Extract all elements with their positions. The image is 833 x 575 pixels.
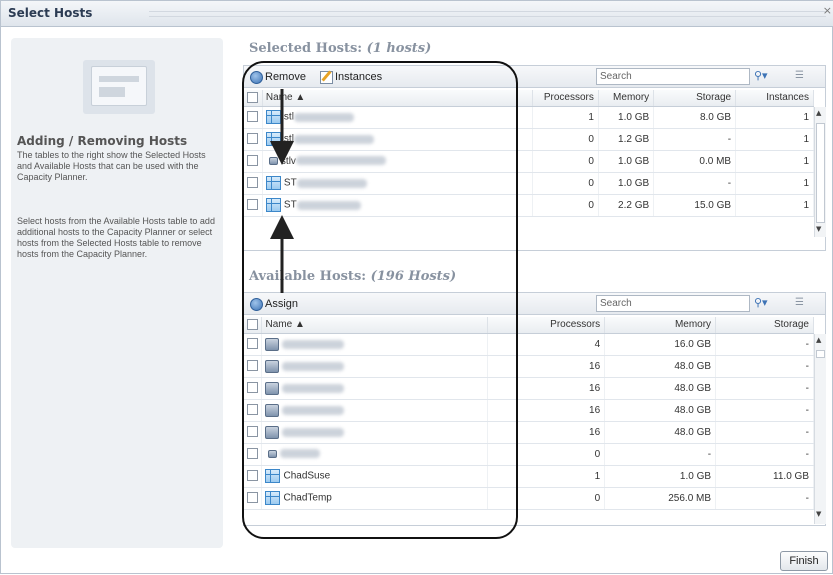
col-instances-header[interactable]: Instances <box>735 90 814 107</box>
host-icon <box>265 491 281 505</box>
host-icon <box>265 176 281 190</box>
vm-icon <box>268 156 278 165</box>
table-row[interactable]: ChadTemp 0 256.0 MB - <box>244 487 814 510</box>
dialog-titlebar[interactable]: Select Hosts × <box>1 1 833 27</box>
instances-button[interactable]: Instances <box>320 69 382 85</box>
row-checkbox[interactable] <box>247 360 259 372</box>
host-icon <box>265 469 281 483</box>
selected-hosts-table: Name ▲ Processors Memory Storage Instanc… <box>244 90 814 217</box>
table-row[interactable]: 16 48.0 GB - <box>244 399 814 422</box>
table-row[interactable]: 16 48.0 GB - <box>244 421 814 444</box>
col-memory-header[interactable]: Memory <box>604 317 717 334</box>
host-icon <box>265 198 281 212</box>
columns-icon[interactable]: ☰ <box>795 297 807 309</box>
table-row[interactable]: 0 - - <box>244 443 814 466</box>
scroll-down-icon[interactable]: ▼ <box>816 225 821 233</box>
selected-hosts-panel: Remove Instances Search ⚲▾ ☰ Name ▲ Proc… <box>243 65 826 251</box>
table-row[interactable]: ST 0 2.2 GB 15.0 GB 1 <box>244 194 814 217</box>
vm-icon <box>265 425 280 439</box>
vm-icon <box>265 403 280 417</box>
assign-icon <box>250 297 263 311</box>
table-row[interactable]: 16 48.0 GB - <box>244 377 814 400</box>
table-row[interactable]: stlv 0 1.0 GB 0.0 MB 1 <box>244 150 814 173</box>
dialog-title: Select Hosts <box>8 6 93 20</box>
table-row[interactable]: stl 1 1.0 GB 8.0 GB 1 <box>244 106 814 129</box>
selected-scrollbar[interactable]: ▲ ▼ <box>814 107 826 237</box>
row-checkbox[interactable] <box>247 177 259 189</box>
available-search-input[interactable]: Search <box>596 295 750 312</box>
row-checkbox[interactable] <box>247 470 259 482</box>
search-dropdown-icon[interactable]: ⚲▾ <box>754 296 768 309</box>
help-paragraph-2: Select hosts from the Available Hosts ta… <box>17 216 215 259</box>
vm-icon <box>265 337 280 351</box>
host-icon <box>265 110 281 124</box>
col-processors-header[interactable]: Processors <box>487 317 606 334</box>
row-checkbox[interactable] <box>247 155 259 167</box>
close-icon[interactable]: × <box>823 4 832 17</box>
search-dropdown-icon[interactable]: ⚲▾ <box>754 69 768 82</box>
row-checkbox[interactable] <box>247 382 259 394</box>
remove-button[interactable]: Remove <box>250 69 306 85</box>
scroll-down-icon[interactable]: ▼ <box>816 510 821 518</box>
selected-toolbar: Remove Instances Search ⚲▾ ☰ <box>244 66 825 88</box>
help-paragraph-1: The tables to the right show the Selecte… <box>17 150 206 182</box>
available-hosts-panel: Assign Search ⚲▾ ☰ Name ▲ Processors Mem… <box>243 292 826 526</box>
col-storage-header[interactable]: Storage <box>653 90 737 107</box>
scroll-up-icon[interactable]: ▲ <box>816 109 821 117</box>
hosts-illustration-icon <box>83 60 155 114</box>
select-all-checkbox[interactable] <box>247 319 259 331</box>
row-checkbox[interactable] <box>247 426 259 438</box>
available-toolbar: Assign Search ⚲▾ ☰ <box>244 293 825 315</box>
col-memory-header[interactable]: Memory <box>598 90 655 107</box>
row-checkbox[interactable] <box>247 404 259 416</box>
selected-search-input[interactable]: Search <box>596 68 750 85</box>
vm-icon <box>268 449 278 458</box>
col-name-header[interactable]: Name ▲ <box>261 317 489 334</box>
available-scrollbar[interactable]: ▲ ▼ <box>814 334 826 524</box>
help-heading: Adding / Removing Hosts <box>17 134 188 148</box>
row-checkbox[interactable] <box>247 133 259 145</box>
vm-icon <box>265 381 280 395</box>
row-checkbox[interactable] <box>247 448 259 460</box>
row-checkbox[interactable] <box>247 111 259 123</box>
table-row[interactable]: 16 48.0 GB - <box>244 355 814 378</box>
row-checkbox[interactable] <box>247 199 259 211</box>
available-hosts-table: Name ▲ Processors Memory Storage 4 16.0 … <box>244 317 814 510</box>
edit-icon <box>320 70 333 84</box>
host-icon <box>265 132 281 146</box>
remove-icon <box>250 70 263 84</box>
scroll-thumb[interactable] <box>816 350 825 358</box>
finish-button[interactable]: Finish <box>780 551 828 571</box>
scroll-up-icon[interactable]: ▲ <box>816 336 821 344</box>
row-checkbox[interactable] <box>247 338 259 350</box>
scroll-thumb[interactable] <box>816 123 825 223</box>
selected-hosts-count: (1 hosts) <box>366 41 432 56</box>
select-all-checkbox[interactable] <box>247 92 259 104</box>
selected-hosts-title: Selected Hosts: (1 hosts) <box>249 41 432 56</box>
table-row[interactable]: stl 0 1.2 GB - 1 <box>244 128 814 151</box>
select-hosts-dialog: Select Hosts × Adding / Removing Hosts T… <box>0 0 833 574</box>
help-panel: Adding / Removing Hosts The tables to th… <box>11 38 223 548</box>
titlebar-grip <box>149 11 826 17</box>
col-name-header[interactable]: Name ▲ <box>262 90 534 107</box>
col-processors-header[interactable]: Processors <box>532 90 599 107</box>
table-row[interactable]: 4 16.0 GB - <box>244 333 814 356</box>
table-row[interactable]: ChadSuse 1 1.0 GB 11.0 GB <box>244 465 814 488</box>
available-hosts-title: Available Hosts: (196 Hosts) <box>249 269 457 284</box>
assign-button[interactable]: Assign <box>250 296 298 312</box>
available-hosts-count: (196 Hosts) <box>370 269 457 284</box>
table-row[interactable]: ST 0 1.0 GB - 1 <box>244 172 814 195</box>
vm-icon <box>265 359 280 373</box>
row-checkbox[interactable] <box>247 492 259 504</box>
columns-icon[interactable]: ☰ <box>795 70 807 82</box>
col-storage-header[interactable]: Storage <box>715 317 814 334</box>
